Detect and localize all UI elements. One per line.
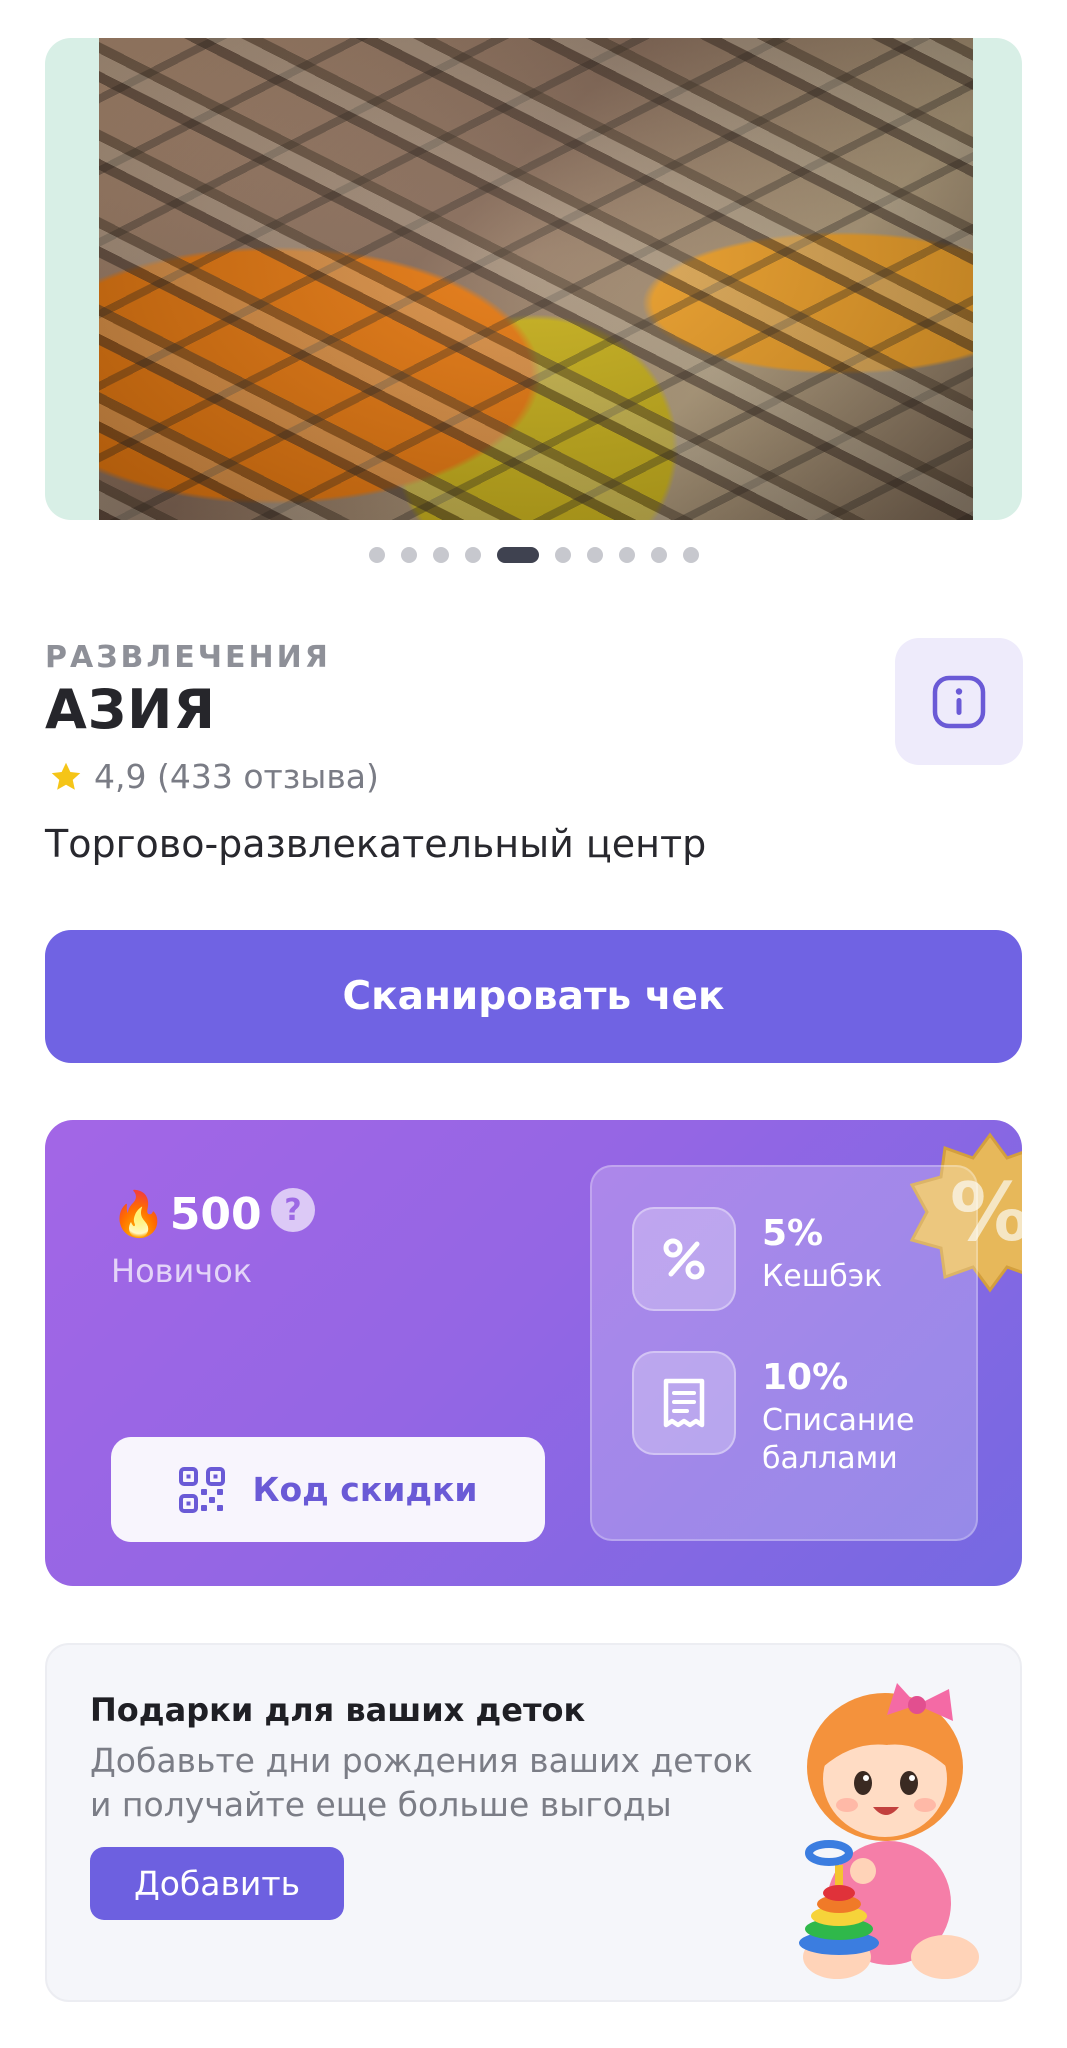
kids-gifts-card: Подарки для ваших деток Добавьте дни рож…: [45, 1643, 1022, 2002]
discount-code-label: Код скидки: [252, 1470, 478, 1509]
benefit-cashback: 5% Кешбэк: [632, 1207, 962, 1311]
loyalty-level: Новичок: [111, 1252, 253, 1290]
carousel-dot[interactable]: [650, 547, 667, 563]
carousel-dot[interactable]: [400, 547, 417, 563]
benefit-label: Кешбэк: [762, 1259, 883, 1294]
carousel-dot[interactable]: [432, 547, 449, 563]
help-icon[interactable]: ?: [271, 1188, 315, 1232]
benefit-value: 10%: [762, 1357, 849, 1398]
fire-icon: 🔥: [111, 1189, 166, 1240]
benefit-label: Списание баллами: [762, 1403, 915, 1476]
benefit-points-writeoff: 10% Списание баллами: [632, 1351, 962, 1478]
venue-description: Торгово-развлекательный центр: [45, 822, 707, 866]
points-balance: 🔥 500: [111, 1188, 262, 1241]
add-child-button[interactable]: Добавить: [90, 1847, 344, 1920]
discount-code-button[interactable]: Код скидки: [111, 1437, 545, 1542]
kids-card-text: Добавьте дни рождения ваших деток и полу…: [90, 1741, 753, 1824]
venue-rating[interactable]: 4,9 (433 отзыва): [48, 757, 379, 796]
carousel-dot[interactable]: [618, 547, 635, 563]
carousel-dot[interactable]: [554, 547, 571, 563]
percent-icon: [632, 1207, 736, 1311]
carousel-dot[interactable]: [586, 547, 603, 563]
kids-card-title: Подарки для ваших деток: [90, 1691, 586, 1729]
rating-text: 4,9 (433 отзыва): [94, 757, 379, 796]
carousel-dot[interactable]: [464, 547, 481, 563]
receipt-icon: [632, 1351, 736, 1455]
carousel-pagination: [0, 547, 1067, 563]
points-value: 500: [169, 1188, 262, 1240]
carousel-dot[interactable]: [682, 547, 699, 563]
venue-category: РАЗВЛЕЧЕНИЯ: [45, 640, 331, 675]
carousel-dot-active[interactable]: [496, 547, 539, 563]
qr-code-icon: [179, 1466, 226, 1513]
venue-title: АЗИЯ: [45, 678, 216, 741]
scan-receipt-button[interactable]: Сканировать чек: [45, 930, 1022, 1063]
baby-illustration: [799, 1683, 979, 1979]
info-icon: [932, 675, 986, 728]
star-icon: [51, 762, 81, 790]
carousel-dot[interactable]: [368, 547, 385, 563]
hero-carousel[interactable]: [45, 38, 1022, 520]
benefits-panel: 5% Кешбэк 10% Списание баллами: [590, 1165, 978, 1541]
venue-photo: [99, 38, 973, 520]
loyalty-card: 🔥 500 ? Новичок Код скидки % 5% Кешбэк 1…: [45, 1120, 1022, 1586]
benefit-value: 5%: [762, 1213, 824, 1254]
info-button[interactable]: [895, 638, 1023, 765]
